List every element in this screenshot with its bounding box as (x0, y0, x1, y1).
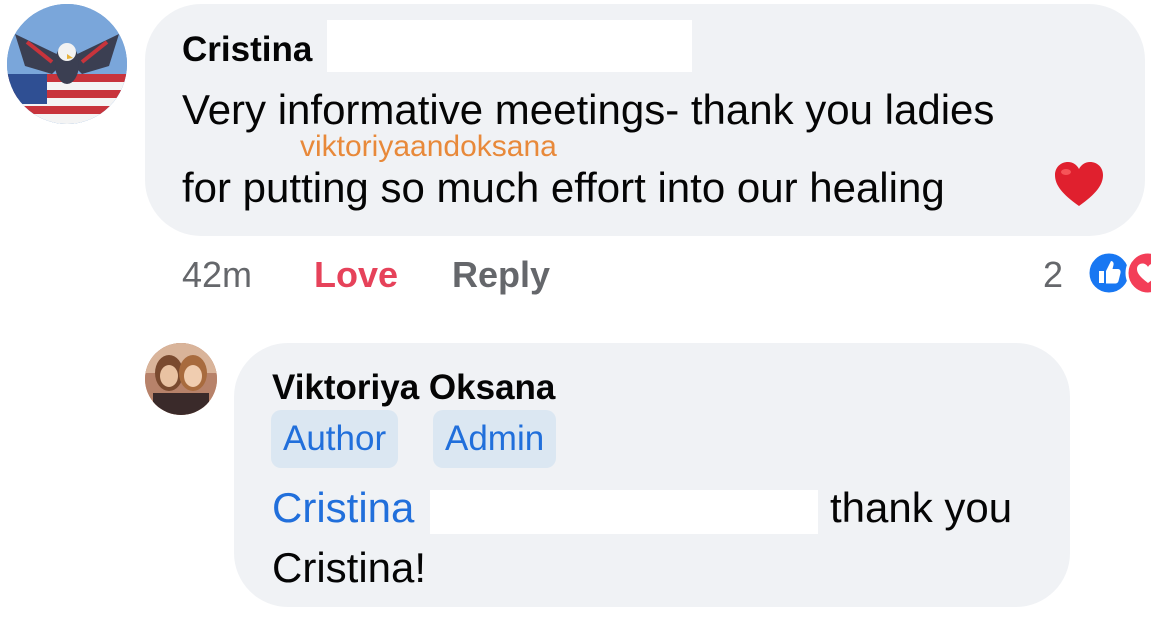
comment-text-line1: Very informative meetings- thank you lad… (182, 86, 995, 133)
author-badge[interactable]: Author (271, 410, 399, 468)
comment-timestamp[interactable]: 42m (182, 254, 252, 296)
reply-text-line2: Cristina! (272, 544, 427, 591)
mention-link[interactable]: Cristina (272, 484, 414, 532)
comment-text-line2: for putting so much effort into our heal… (182, 164, 945, 211)
reply-button[interactable]: Reply (452, 254, 550, 296)
comment-author-name[interactable]: Cristina (182, 30, 312, 70)
reply-author-name[interactable]: Viktoriya Oksana (272, 368, 555, 408)
reply-text-line1: thank you (830, 484, 1013, 531)
reply-avatar[interactable] (145, 343, 217, 415)
love-reaction-icon[interactable] (1124, 249, 1151, 297)
heart-emoji-icon (1052, 158, 1106, 212)
watermark-text: viktoriyaandoksana (300, 130, 557, 163)
redacted-name-block (327, 20, 692, 72)
redacted-mention-block (430, 490, 818, 534)
love-button[interactable]: Love (314, 254, 398, 296)
two-women-avatar-image (145, 343, 217, 415)
admin-badge[interactable]: Admin (433, 410, 557, 468)
flag-eagle-avatar-image (7, 4, 127, 124)
avatar[interactable] (7, 4, 127, 124)
reaction-count[interactable]: 2 (1043, 254, 1063, 296)
